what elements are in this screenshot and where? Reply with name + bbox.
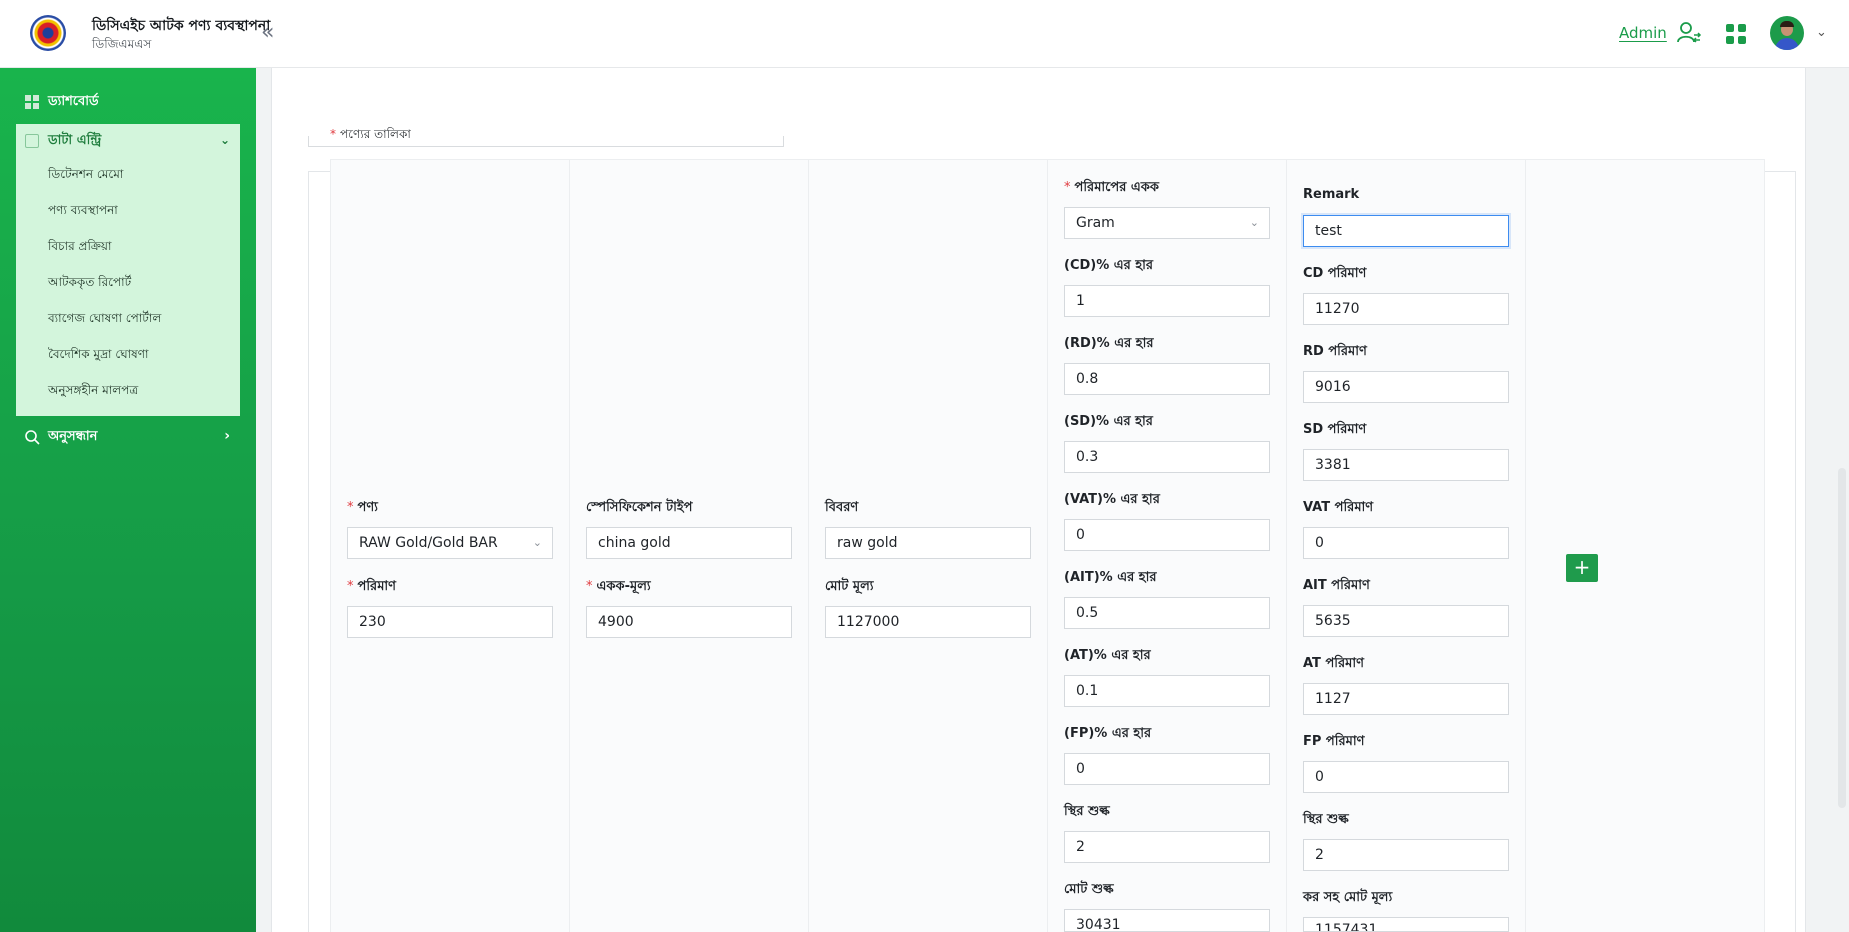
sidebar: ড্যাশবোর্ড ডাটা এন্ট্রি ⌄ ডিটেনশন মেমো প… [0,68,256,932]
sd-rate-label: (SD)% এর হার [1064,414,1153,429]
quantity-input[interactable]: 230 [347,606,553,638]
description-input[interactable]: raw gold [825,527,1031,559]
brand-subtitle: ডিজিএমএস [92,37,152,51]
page-scrollbar[interactable] [1838,468,1846,808]
total-with-tax-label: কর সহ মোট মূল্য [1303,890,1393,905]
unit-label: * পরিমাপের একক [1064,180,1159,195]
fixed-duty-input[interactable]: 2 [1064,831,1270,863]
data-entry-submenu: ডাটা এন্ট্রি ⌄ ডিটেনশন মেমো পণ্য ব্যবস্থ… [16,124,240,416]
unit-price-input[interactable]: 4900 [586,606,792,638]
search-icon [25,430,40,445]
chevron-right-icon: › [224,428,230,444]
description-label: বিবরণ [825,500,859,515]
top-header: ডিসিএইচ আটক পণ্য ব্যবস্থাপনা ডিজিএমএস « … [0,0,1849,68]
sd-amount-label: SD পরিমাণ [1303,422,1367,437]
brand-title: ডিসিএইচ আটক পণ্য ব্যবস্থাপনা [92,18,271,34]
add-row-button[interactable]: + [1566,554,1598,582]
fp-amount-label: FP পরিমাণ [1303,734,1365,749]
sidebar-subitem-product-management[interactable]: পণ্য ব্যবস্থাপনা [48,202,118,226]
fixed-duty-label: স্থির শুল্ক [1064,804,1110,819]
ait-amount-label: AIT পরিমাণ [1303,578,1370,593]
cd-rate-input[interactable]: 1 [1064,285,1270,317]
remark-input[interactable]: test [1303,215,1509,247]
product-select[interactable]: RAW Gold/Gold BAR ⌄ [347,527,553,559]
sidebar-item-dashboard[interactable]: ড্যাশবোর্ড [16,85,240,119]
total-duty-label: মোট শুল্ক [1064,882,1114,897]
sidebar-item-data-entry[interactable]: ডাটা এন্ট্রি ⌄ [16,124,240,158]
total-with-tax-input[interactable]: 1157431 [1303,917,1509,932]
quantity-label: * পরিমাণ [347,579,397,594]
sidebar-subitem-detention-memo[interactable]: ডিটেনশন মেমো [48,166,123,190]
sd-amount-input[interactable]: 3381 [1303,449,1509,481]
fp-rate-label: (FP)% এর হার [1064,726,1152,741]
vat-rate-input[interactable]: 0 [1064,519,1270,551]
fixed-duty-amount-label: স্থির শুল্ক [1303,812,1349,827]
logo-icon [30,15,66,51]
chevron-down-icon[interactable]: ⌄ [1816,25,1827,40]
cd-amount-label: CD পরিমাণ [1303,266,1367,281]
ait-rate-label: (AIT)% এর হার [1064,570,1157,585]
sidebar-subitem-unaccompanied-baggage[interactable]: অনুসঙ্গহীন মালপত্র [48,382,138,406]
vat-amount-input[interactable]: 0 [1303,527,1509,559]
grid-icon [25,95,39,109]
spec-type-input[interactable]: china gold [586,527,792,559]
at-rate-label: (AT)% এর হার [1064,648,1151,663]
product-label: * পণ্য [347,500,378,515]
collapse-sidebar-icon[interactable]: « [261,20,274,46]
unit-price-label: * একক-মূল্য [586,579,651,594]
total-price-label: মোট মূল্য [825,579,874,594]
remark-label: Remark [1303,187,1360,202]
cd-rate-label: (CD)% এর হার [1064,258,1154,273]
fixed-duty-amount-input[interactable]: 2 [1303,839,1509,871]
fp-amount-input[interactable]: 0 [1303,761,1509,793]
sidebar-item-label: ড্যাশবোর্ড [48,93,99,109]
fp-rate-input[interactable]: 0 [1064,753,1270,785]
at-amount-input[interactable]: 1127 [1303,683,1509,715]
sidebar-subitem-seized-report[interactable]: আটককৃত রিপোর্ট [48,274,131,298]
spec-type-label: স্পেসিফিকেশন টাইপ [586,500,693,515]
cd-amount-input[interactable]: 11270 [1303,293,1509,325]
at-rate-input[interactable]: 0.1 [1064,675,1270,707]
sidebar-item-search[interactable]: অনুসন্ধান › [16,420,240,454]
chevron-down-icon: ⌄ [532,536,542,549]
chevron-down-icon: ⌄ [219,133,230,147]
sidebar-subitem-foreign-currency[interactable]: বৈদেশিক মুদ্রা ঘোষণা [48,346,148,370]
vat-amount-label: VAT পরিমাণ [1303,500,1374,515]
section-title: * পণ্যের তালিকা [330,127,411,141]
sidebar-subitem-judicial-process[interactable]: বিচার প্রক্রিয়া [48,238,111,262]
sidebar-item-label: ডাটা এন্ট্রি [48,132,102,148]
sd-rate-input[interactable]: 0.3 [1064,441,1270,473]
chevron-down-icon: ⌄ [1249,216,1259,229]
unit-select[interactable]: Gram ⌄ [1064,207,1270,239]
total-duty-input[interactable]: 30431 [1064,909,1270,932]
vat-rate-label: (VAT)% এর হার [1064,492,1160,507]
sidebar-item-label: অনুসন্ধান [48,428,98,444]
rd-rate-input[interactable]: 0.8 [1064,363,1270,395]
rd-amount-input[interactable]: 9016 [1303,371,1509,403]
total-price-input[interactable]: 1127000 [825,606,1031,638]
admin-link[interactable]: Admin [1619,24,1667,42]
sidebar-subitem-baggage-portal[interactable]: ব্যাগেজ ঘোষণা পোর্টাল [48,310,161,334]
rd-amount-label: RD পরিমাণ [1303,344,1367,359]
apps-grid-icon[interactable] [1726,24,1746,44]
ait-amount-input[interactable]: 5635 [1303,605,1509,637]
avatar[interactable] [1770,16,1804,50]
rd-rate-label: (RD)% এর হার [1064,336,1154,351]
document-icon [25,134,39,148]
ait-rate-input[interactable]: 0.5 [1064,597,1270,629]
user-switch-icon[interactable] [1676,20,1702,46]
at-amount-label: AT পরিমাণ [1303,656,1364,671]
